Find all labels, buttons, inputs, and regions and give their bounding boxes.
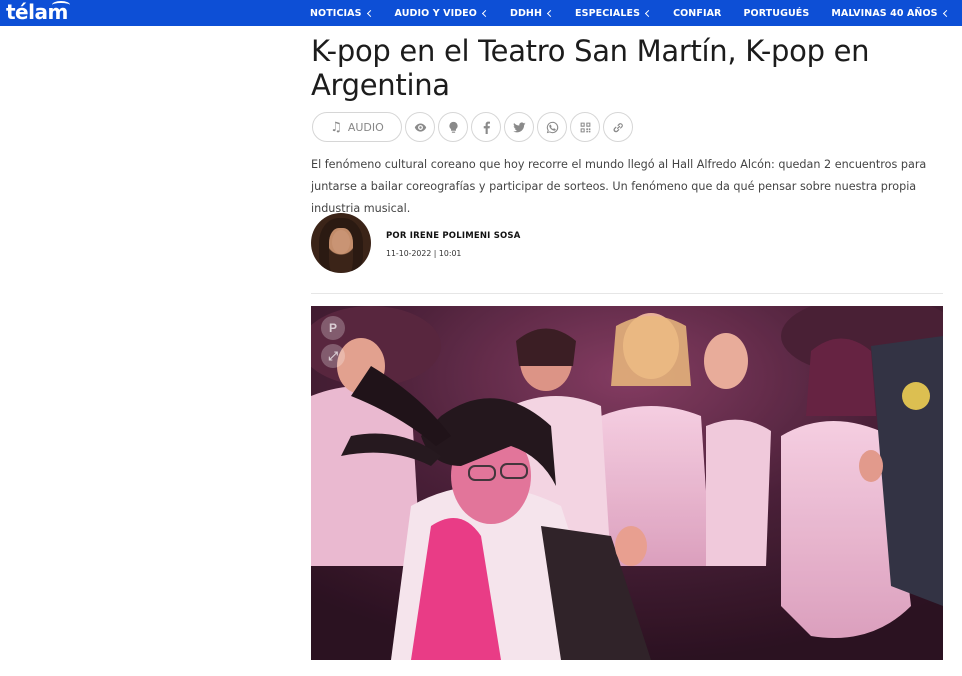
views-button[interactable] [405,112,435,142]
nav-item-label: DDHH [509,7,543,19]
expand-icon[interactable]: ⤢ [321,344,345,368]
chevron-left-icon [481,9,489,17]
divider [311,293,943,294]
kpop-dance-photo [311,306,943,660]
facebook-share-button[interactable] [471,112,501,142]
twitter-icon [512,121,526,132]
author-avatar[interactable] [311,213,371,273]
nav-item-label: MALVINAS 40 AÑOS [831,7,938,19]
nav-item-malvinas-40-a-os[interactable]: MALVINAS 40 AÑOS [831,7,950,19]
music-note-icon: ♫ [330,119,342,135]
chevron-left-icon [546,9,555,17]
chevron-left-icon [645,9,653,17]
twitter-share-button[interactable] [504,112,534,142]
nav-item-label: PORTUGUÉS [743,7,810,19]
whatsapp-share-button[interactable] [537,112,567,142]
whatsapp-icon [546,121,558,133]
eye-icon [414,122,426,132]
nav-item-label: NOTICIAS [310,7,362,19]
chevron-left-icon [942,9,950,17]
share-bar: ♫ AUDIO [312,112,636,142]
audio-button[interactable]: ♫ AUDIO [312,112,402,142]
nav-item-ddhh[interactable]: DDHH [509,7,555,19]
copy-link-button[interactable] [603,112,633,142]
qr-code-icon [580,122,590,132]
facebook-icon [483,121,490,134]
avatar-face [332,230,350,254]
nav-item-label: CONFIAR [673,7,722,19]
nav-item-especiales[interactable]: ESPECIALES [575,7,653,19]
top-navigation-bar: télam NOTICIAS AUDIO Y VIDEO DDHH ESPECIALE… [0,0,962,26]
nav-item-label: ESPECIALES [575,7,641,19]
nav-item-audio-y-video[interactable]: AUDIO Y VIDEO [394,7,489,19]
link-icon [612,122,623,132]
hero-photo: P ⤢ [311,306,943,660]
article-title: K-pop en el Teatro San Martín, K-pop en … [311,34,870,102]
chevron-left-icon [366,9,374,17]
author-name[interactable]: POR IRENE POLIMENI SOSA [386,231,521,241]
main-nav: NOTICIAS AUDIO Y VIDEO DDHH ESPECIALES CONFI… [310,0,962,26]
article-lead: El fenómeno cultural coreano que hoy rec… [311,158,927,215]
nav-item-label: AUDIO Y VIDEO [394,7,477,19]
audio-button-label: AUDIO [347,120,384,134]
lightbulb-icon [448,121,458,133]
publish-date: 11-10-2022 | 10:01 [386,249,462,258]
nav-item-noticias[interactable]: NOTICIAS [310,7,374,19]
qr-code-button[interactable] [570,112,600,142]
nav-item-portugu-s[interactable]: PORTUGUÉS [743,8,809,19]
idea-button[interactable] [438,112,468,142]
nav-item-confiar[interactable]: CONFIAR [673,8,721,19]
pinterest-icon[interactable]: P [321,316,345,340]
logo-wave-icon [52,1,70,9]
